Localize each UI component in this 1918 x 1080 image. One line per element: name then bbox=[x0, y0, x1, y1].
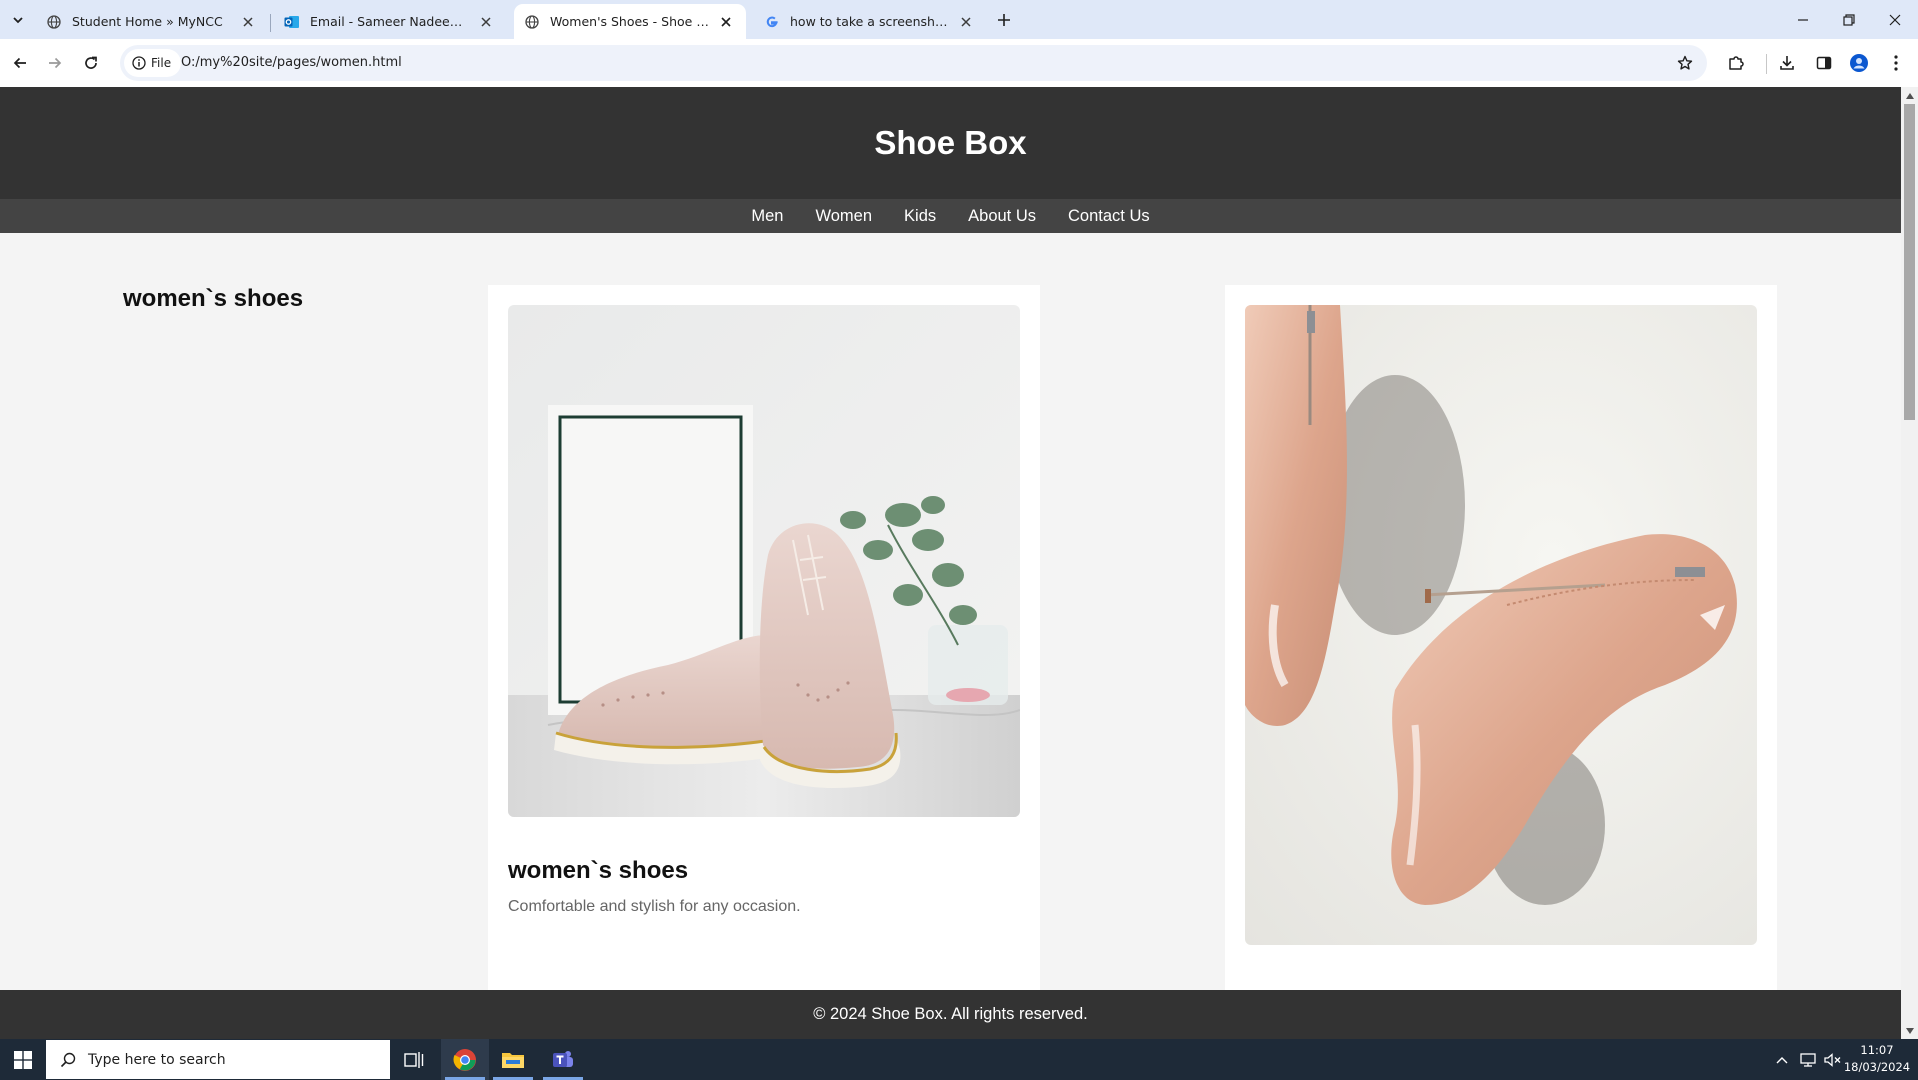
taskbar-chrome[interactable] bbox=[441, 1039, 489, 1080]
volume-control[interactable] bbox=[1822, 1039, 1844, 1080]
tab-womens-shoes[interactable]: Women's Shoes - Shoe Box bbox=[514, 4, 746, 39]
google-icon bbox=[764, 14, 780, 30]
search-icon bbox=[60, 1052, 76, 1068]
download-icon bbox=[1778, 54, 1796, 72]
taskbar-clock[interactable]: 11:07 18/03/2024 bbox=[1842, 1042, 1912, 1076]
downloads-button[interactable] bbox=[1775, 51, 1799, 75]
plus-icon bbox=[997, 13, 1011, 27]
site-title: Shoe Box bbox=[874, 124, 1027, 161]
windows-logo-icon bbox=[14, 1050, 32, 1069]
restore-button[interactable] bbox=[1826, 0, 1872, 39]
url-text[interactable]: O:/my%20site/pages/women.html bbox=[181, 45, 402, 81]
minimize-button[interactable] bbox=[1780, 0, 1826, 39]
chrome-icon bbox=[453, 1048, 477, 1072]
toolbar-divider bbox=[1766, 54, 1767, 74]
side-panel-button[interactable] bbox=[1812, 51, 1836, 75]
outlook-icon bbox=[284, 14, 300, 30]
taskbar-search-box[interactable]: Type here to search bbox=[46, 1040, 390, 1079]
taskbar-file-explorer[interactable] bbox=[489, 1039, 537, 1080]
task-view-icon bbox=[404, 1051, 424, 1069]
product-image-nude-heel-boots bbox=[1245, 305, 1757, 945]
product-description: Comfortable and stylish for any occasion… bbox=[508, 898, 801, 915]
tab-title: Women's Shoes - Shoe Box bbox=[550, 14, 710, 29]
chevron-up-icon bbox=[1776, 1056, 1788, 1064]
site-footer: © 2024 Shoe Box. All rights reserved. bbox=[0, 990, 1901, 1039]
address-bar[interactable]: File O:/my%20site/pages/women.html bbox=[120, 45, 1707, 81]
browser-tab-strip: Student Home » MyNCC Email - Sameer Nade… bbox=[0, 0, 1918, 39]
arrow-left-icon bbox=[12, 55, 28, 71]
close-icon[interactable] bbox=[238, 12, 258, 32]
minimize-icon bbox=[1797, 14, 1809, 26]
triangle-down-icon bbox=[1905, 1027, 1914, 1034]
site-info-chip[interactable]: File bbox=[124, 49, 182, 77]
forward-button[interactable] bbox=[41, 49, 69, 77]
globe-icon bbox=[46, 14, 62, 30]
side-panel-icon bbox=[1816, 55, 1832, 71]
tab-google-search[interactable]: how to take a screenshot on wi bbox=[754, 4, 986, 39]
network-status[interactable] bbox=[1796, 1039, 1820, 1080]
arrow-right-icon bbox=[47, 55, 63, 71]
restore-icon bbox=[1843, 13, 1855, 26]
close-icon[interactable] bbox=[476, 12, 496, 32]
show-hidden-icons-button[interactable] bbox=[1772, 1039, 1792, 1080]
browser-menu-button[interactable] bbox=[1884, 51, 1908, 75]
scrollbar-thumb[interactable] bbox=[1904, 104, 1915, 420]
product-title: women`s shoes bbox=[508, 857, 689, 884]
taskbar-teams[interactable] bbox=[539, 1039, 587, 1080]
network-icon bbox=[1799, 1052, 1817, 1067]
page-scrollbar[interactable] bbox=[1901, 87, 1918, 1039]
reload-icon bbox=[83, 55, 99, 71]
nav-link-about-us[interactable]: About Us bbox=[968, 207, 1036, 226]
folder-icon bbox=[501, 1050, 525, 1070]
site-nav: Men Women Kids About Us Contact Us bbox=[0, 199, 1901, 233]
nav-link-men[interactable]: Men bbox=[751, 207, 783, 226]
star-icon bbox=[1677, 55, 1693, 71]
close-icon[interactable] bbox=[956, 12, 976, 32]
volume-muted-icon bbox=[1824, 1052, 1842, 1067]
site-header: Shoe Box bbox=[0, 87, 1901, 199]
bookmark-star-button[interactable] bbox=[1675, 53, 1695, 73]
clock-date: 18/03/2024 bbox=[1843, 1060, 1911, 1074]
site-chip-label: File bbox=[151, 56, 172, 70]
browser-toolbar: File O:/my%20site/pages/women.html bbox=[0, 39, 1918, 87]
tab-title: how to take a screenshot on wi bbox=[790, 14, 950, 29]
clock-time: 11:07 bbox=[1860, 1043, 1894, 1057]
profile-button[interactable] bbox=[1847, 51, 1871, 75]
nav-link-women[interactable]: Women bbox=[815, 207, 872, 226]
more-vertical-icon bbox=[1893, 54, 1899, 72]
tab-email[interactable]: Email - Sameer Nadeem ( 1917 bbox=[274, 4, 506, 39]
tab-title: Student Home » MyNCC bbox=[72, 14, 223, 29]
close-window-button[interactable] bbox=[1872, 0, 1918, 39]
nav-link-kids[interactable]: Kids bbox=[904, 207, 936, 226]
tab-search-button[interactable] bbox=[6, 8, 30, 32]
section-heading: women`s shoes bbox=[123, 285, 304, 312]
back-button[interactable] bbox=[6, 49, 34, 77]
puzzle-icon bbox=[1727, 54, 1745, 72]
start-button[interactable] bbox=[0, 1039, 46, 1080]
profile-avatar-icon bbox=[1849, 53, 1869, 73]
close-icon bbox=[1889, 14, 1901, 26]
task-view-button[interactable] bbox=[390, 1039, 438, 1080]
chevron-down-icon bbox=[12, 14, 24, 26]
scroll-up-arrow[interactable] bbox=[1901, 87, 1918, 104]
search-placeholder: Type here to search bbox=[88, 1051, 226, 1068]
close-icon[interactable] bbox=[716, 12, 736, 32]
tab-student-home[interactable]: Student Home » MyNCC bbox=[36, 4, 268, 39]
teams-icon bbox=[551, 1048, 575, 1072]
reload-button[interactable] bbox=[77, 49, 105, 77]
product-card: women`s shoes Comfortable and stylish fo… bbox=[488, 285, 1040, 1005]
product-image-pink-brogues bbox=[508, 305, 1020, 817]
info-icon bbox=[132, 56, 146, 70]
extensions-button[interactable] bbox=[1724, 51, 1748, 75]
tab-separator bbox=[270, 14, 271, 32]
product-card bbox=[1225, 285, 1777, 1005]
page-viewport: Shoe Box Men Women Kids About Us Contact… bbox=[0, 87, 1918, 1039]
windows-taskbar: Type here to search 11:07 18/03/2024 bbox=[0, 1039, 1918, 1080]
nav-link-contact-us[interactable]: Contact Us bbox=[1068, 207, 1150, 226]
globe-icon bbox=[524, 14, 540, 30]
triangle-up-icon bbox=[1905, 92, 1914, 99]
new-tab-button[interactable] bbox=[992, 8, 1016, 32]
tab-title: Email - Sameer Nadeem ( 1917 bbox=[310, 14, 470, 29]
scroll-down-arrow[interactable] bbox=[1901, 1022, 1918, 1039]
